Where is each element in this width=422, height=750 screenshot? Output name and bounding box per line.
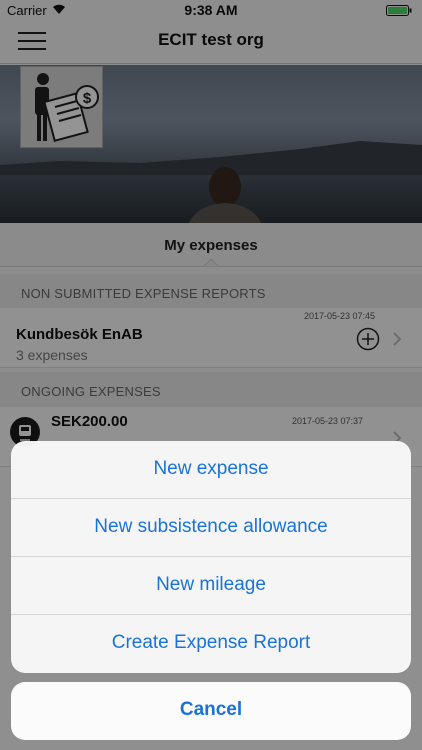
new-mileage-button[interactable]: New mileage — [11, 557, 411, 615]
action-sheet: New expense New subsistence allowance Ne… — [11, 441, 411, 673]
create-expense-report-button[interactable]: Create Expense Report — [11, 615, 411, 673]
new-expense-button[interactable]: New expense — [11, 441, 411, 499]
cancel-button[interactable]: Cancel — [11, 682, 411, 740]
new-subsistence-allowance-button[interactable]: New subsistence allowance — [11, 499, 411, 557]
